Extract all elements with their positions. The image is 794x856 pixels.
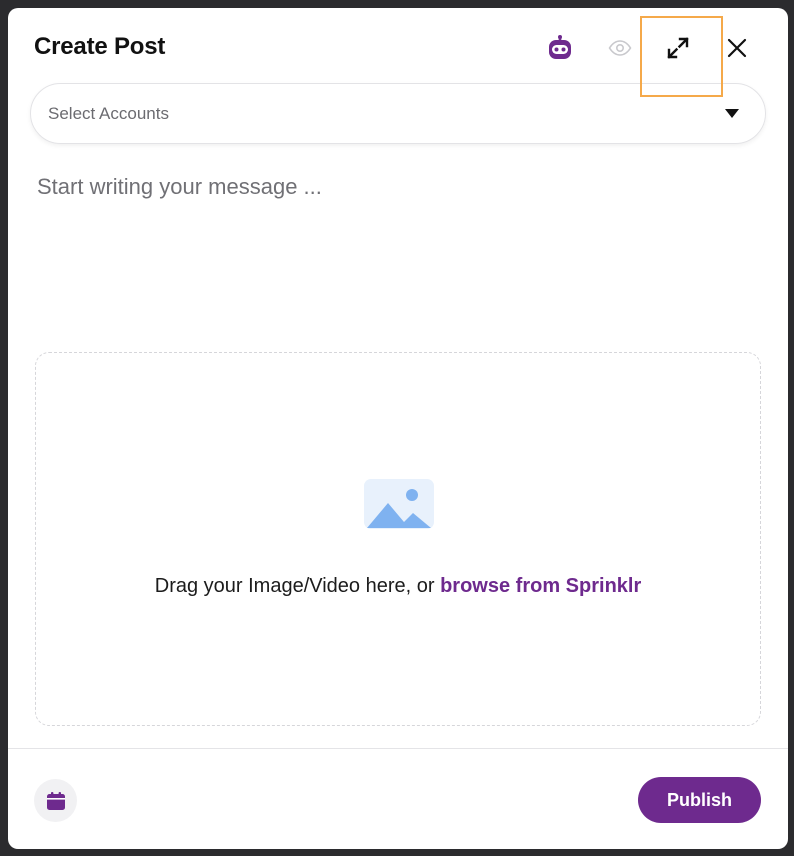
modal-title: Create Post (34, 33, 166, 60)
ai-assistant-button[interactable] (542, 30, 578, 66)
caret-down-icon (725, 109, 739, 118)
footer-divider (8, 748, 788, 749)
dropzone-instruction: Drag your Image/Video here, or (154, 575, 441, 597)
expand-button[interactable] (660, 30, 696, 66)
eye-icon (608, 40, 632, 56)
browse-sprinklr-link[interactable]: browse from Sprinklr (440, 575, 641, 597)
create-post-modal: Create Post Select Accounts Start writin… (8, 8, 788, 849)
close-icon (727, 38, 747, 58)
publish-button[interactable]: Publish (638, 777, 761, 823)
select-accounts-placeholder: Select Accounts (48, 103, 169, 123)
dropzone-text: Drag your Image/Video here, or browse fr… (36, 575, 760, 598)
expand-icon (667, 37, 689, 59)
preview-button[interactable] (602, 30, 638, 66)
schedule-button[interactable] (34, 779, 77, 822)
media-dropzone[interactable]: Drag your Image/Video here, or browse fr… (35, 352, 761, 726)
select-accounts-dropdown[interactable]: Select Accounts (30, 83, 766, 144)
message-input[interactable] (30, 168, 766, 338)
bot-icon (549, 35, 571, 59)
close-button[interactable] (719, 30, 755, 66)
image-icon (364, 479, 434, 529)
calendar-icon (46, 791, 65, 810)
